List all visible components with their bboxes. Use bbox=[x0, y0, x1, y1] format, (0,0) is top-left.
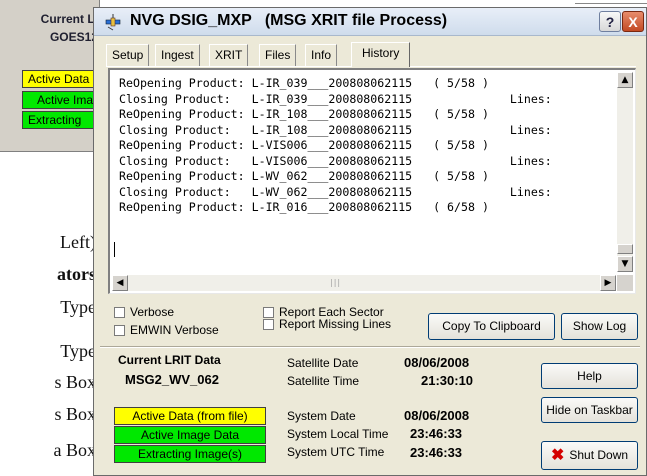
document-text-line: Left) bbox=[60, 232, 96, 252]
scrollbar-corner bbox=[617, 275, 633, 291]
scroll-grip-icon: ||| bbox=[330, 278, 342, 287]
shut-down-label: Shut Down bbox=[569, 448, 629, 462]
background-extracting-indicator: Extracting bbox=[22, 111, 100, 129]
background-current-product: GOES12 bbox=[49, 30, 98, 44]
tab-xrit[interactable]: XRIT bbox=[209, 44, 249, 66]
vertical-scrollbar[interactable]: ▲ ▼ bbox=[617, 72, 633, 272]
scroll-right-arrow-icon[interactable]: ▶ bbox=[600, 275, 616, 291]
document-text-line: a Box bbox=[53, 440, 97, 460]
history-log-textbox[interactable]: ReOpening Product: L-IR_039___2008080621… bbox=[108, 68, 636, 294]
emwin-verbose-checkbox-box[interactable] bbox=[114, 325, 125, 336]
vertical-scroll-thumb[interactable] bbox=[617, 244, 633, 254]
scroll-down-arrow-icon[interactable]: ▼ bbox=[617, 256, 633, 272]
tab-ingest[interactable]: Ingest bbox=[155, 44, 200, 66]
tab-strip: Setup Ingest XRIT Files Info History bbox=[106, 42, 636, 67]
log-lines: ReOpening Product: L-IR_039___2008080621… bbox=[119, 76, 609, 274]
document-text-line: s Box bbox=[54, 404, 96, 424]
tab-setup[interactable]: Setup bbox=[106, 44, 150, 66]
log-line: ReOpening Product: L-IR_039___2008080621… bbox=[119, 76, 489, 90]
system-utc-time-label: System UTC Time bbox=[287, 445, 385, 459]
system-local-time-label: System Local Time bbox=[287, 427, 389, 441]
scroll-left-arrow-icon[interactable]: ◀ bbox=[112, 275, 128, 291]
title-bar[interactable]: NVG DSIG_MXP (MSG XRIT file Process) ? X bbox=[94, 8, 646, 36]
satellite-time-label: Satellite Time bbox=[287, 374, 360, 388]
log-line: Closing Product: L-IR_108___200808062115… bbox=[119, 122, 552, 137]
tab-info[interactable]: Info bbox=[305, 44, 338, 66]
document-text-line: s Box bbox=[54, 372, 96, 392]
hide-on-taskbar-button[interactable]: Hide on Taskbar bbox=[541, 397, 638, 423]
system-local-time-value: 23:46:33 bbox=[410, 426, 463, 441]
satellite-time-value: 21:30:10 bbox=[421, 373, 474, 388]
satellite-app-icon bbox=[105, 14, 121, 31]
active-data-indicator: Active Data (from file) bbox=[114, 407, 266, 425]
report-missing-lines-label: Report Missing Lines bbox=[279, 317, 392, 331]
system-date-value: 08/06/2008 bbox=[404, 408, 470, 423]
document-text-line: Type bbox=[60, 297, 96, 317]
tab-history[interactable]: History bbox=[351, 42, 411, 67]
background-active-image-indicator: Active Ima bbox=[22, 91, 100, 109]
log-line: ReOpening Product: L-IR_016___2008080621… bbox=[119, 200, 489, 214]
background-window: Current LI GOES12 Active Data Active Ima… bbox=[0, 0, 100, 152]
copy-to-clipboard-button[interactable]: Copy To Clipboard bbox=[428, 313, 555, 340]
document-text-line: Type bbox=[60, 341, 96, 361]
background-active-data-indicator: Active Data bbox=[22, 70, 100, 88]
satellite-date-label: Satellite Date bbox=[287, 356, 359, 370]
log-line: Closing Product: L-VIS006___200808062115… bbox=[119, 153, 552, 168]
verbose-label: Verbose bbox=[130, 305, 175, 319]
emwin-verbose-label: EMWIN Verbose bbox=[130, 323, 219, 337]
show-log-button[interactable]: Show Log bbox=[561, 313, 638, 340]
log-line: ReOpening Product: L-IR_108___2008080621… bbox=[119, 107, 489, 121]
text-caret bbox=[114, 242, 115, 257]
system-utc-time-value: 23:46:33 bbox=[410, 445, 463, 460]
window-title: NVG DSIG_MXP (MSG XRIT file Process) bbox=[130, 12, 448, 29]
shut-down-x-icon: ✖ bbox=[550, 447, 565, 464]
help-titlebar-button[interactable]: ? bbox=[599, 11, 621, 32]
scroll-up-arrow-icon[interactable]: ▲ bbox=[617, 72, 633, 88]
satellite-date-value: 08/06/2008 bbox=[404, 355, 470, 370]
help-button[interactable]: Help bbox=[541, 363, 638, 389]
log-line: Closing Product: L-WV_062___200808062115… bbox=[119, 184, 552, 199]
active-image-indicator: Active Image Data bbox=[114, 426, 266, 444]
shut-down-button[interactable]: ✖ Shut Down bbox=[541, 441, 638, 470]
current-lrit-title: Current LRIT Data bbox=[118, 353, 221, 367]
background-current-title: Current LI bbox=[40, 12, 98, 26]
log-line: Closing Product: L-IR_039___200808062115… bbox=[119, 91, 552, 106]
main-window: NVG DSIG_MXP (MSG XRIT file Process) ? X… bbox=[93, 7, 647, 476]
verbose-checkbox-box[interactable] bbox=[114, 307, 125, 318]
background-document-edge bbox=[575, 0, 647, 4]
report-each-sector-checkbox-box[interactable] bbox=[263, 307, 274, 318]
system-date-label: System Date bbox=[287, 409, 356, 423]
horizontal-scrollbar[interactable]: ◀ ||| ▶ bbox=[112, 275, 616, 291]
log-line: ReOpening Product: L-VIS006___2008080621… bbox=[119, 138, 489, 152]
section-divider bbox=[100, 346, 640, 348]
close-window-button[interactable]: X bbox=[622, 11, 644, 32]
tab-files[interactable]: Files bbox=[259, 44, 297, 66]
document-text-line: ators bbox=[57, 264, 96, 284]
log-line: ReOpening Product: L-WV_062___2008080621… bbox=[119, 169, 489, 183]
current-product-name: MSG2_WV_062 bbox=[125, 372, 219, 387]
report-missing-lines-checkbox-box[interactable] bbox=[263, 319, 274, 330]
extracting-images-indicator: Extracting Image(s) bbox=[114, 445, 266, 463]
